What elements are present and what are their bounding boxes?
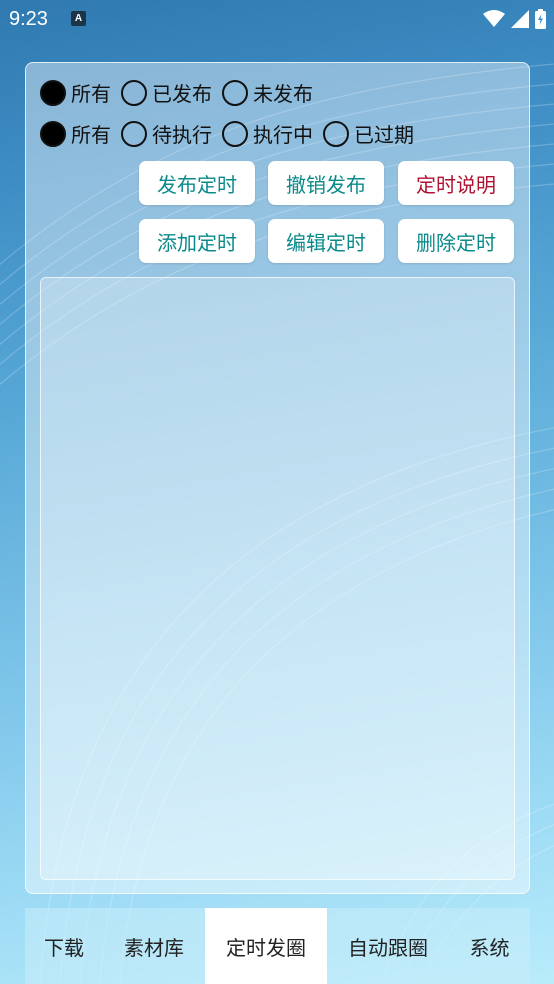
battery-icon bbox=[535, 9, 546, 29]
tab-download[interactable]: 下载 bbox=[25, 908, 103, 984]
radio-label: 所有 bbox=[71, 82, 111, 106]
publish-timer-button[interactable]: 发布定时 bbox=[139, 161, 255, 205]
cancel-publish-button[interactable]: 撤销发布 bbox=[268, 161, 384, 205]
edit-timer-button[interactable]: 编辑定时 bbox=[268, 219, 384, 263]
radio-indicator bbox=[121, 120, 147, 147]
radio-exec-all[interactable]: 所有 bbox=[40, 119, 111, 148]
radio-label: 已发布 bbox=[152, 82, 212, 106]
radio-label: 未发布 bbox=[253, 82, 313, 106]
radio-published[interactable]: 已发布 bbox=[121, 78, 212, 107]
delete-timer-button[interactable]: 删除定时 bbox=[398, 219, 514, 263]
tab-timed-post[interactable]: 定时发圈 bbox=[205, 908, 327, 984]
system-icons bbox=[483, 9, 546, 29]
execution-status-filter: 所有 待执行 执行中 已过期 bbox=[40, 119, 424, 148]
bottom-tab-bar: 下载 素材库 定时发圈 自动跟圈 系统 bbox=[25, 908, 530, 984]
timer-panel: 所有 已发布 未发布 所有 待执行 执行中 已过期 发布定时 撤销发布 定时说明 bbox=[25, 62, 530, 894]
tab-system[interactable]: 系统 bbox=[449, 908, 530, 984]
radio-unpublished[interactable]: 未发布 bbox=[222, 78, 313, 107]
radio-pending[interactable]: 待执行 bbox=[121, 119, 212, 148]
radio-indicator bbox=[323, 120, 349, 147]
radio-indicator-checked bbox=[40, 79, 66, 106]
timer-list-area[interactable] bbox=[40, 277, 515, 880]
timer-help-button[interactable]: 定时说明 bbox=[398, 161, 514, 205]
add-timer-button[interactable]: 添加定时 bbox=[139, 219, 255, 263]
tab-auto-follow[interactable]: 自动跟圈 bbox=[327, 908, 449, 984]
radio-label: 执行中 bbox=[253, 123, 313, 147]
radio-label: 所有 bbox=[71, 123, 111, 147]
signal-icon bbox=[511, 10, 529, 28]
radio-indicator bbox=[222, 120, 248, 147]
radio-label: 已过期 bbox=[354, 123, 414, 147]
status-bar: 9:23 A bbox=[0, 0, 554, 40]
radio-indicator-checked bbox=[40, 120, 66, 147]
wifi-icon bbox=[483, 10, 505, 27]
radio-expired[interactable]: 已过期 bbox=[323, 119, 414, 148]
a-app-icon: A bbox=[71, 11, 86, 26]
radio-indicator bbox=[121, 79, 147, 106]
radio-running[interactable]: 执行中 bbox=[222, 119, 313, 148]
status-time: 9:23 bbox=[9, 8, 48, 30]
publish-status-filter: 所有 已发布 未发布 bbox=[40, 78, 323, 107]
radio-publish-all[interactable]: 所有 bbox=[40, 78, 111, 107]
radio-label: 待执行 bbox=[152, 123, 212, 147]
tab-material-library[interactable]: 素材库 bbox=[103, 908, 205, 984]
radio-indicator bbox=[222, 79, 248, 106]
